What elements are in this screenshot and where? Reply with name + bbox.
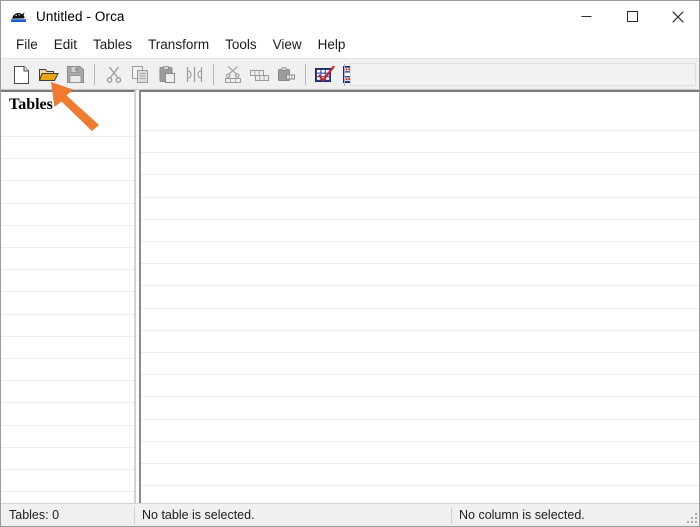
- toolbar-buttons: [8, 59, 365, 90]
- row-separator: [141, 418, 699, 420]
- title-bar-left: Untitled - Orca: [10, 1, 125, 32]
- row-separator: [141, 463, 699, 464]
- row-separator: [1, 269, 134, 271]
- status-bar: Tables: 0 No table is selected. No colum…: [1, 503, 699, 526]
- row-separator: [141, 263, 699, 265]
- validate-button[interactable]: [312, 62, 337, 87]
- new-file-button[interactable]: [9, 62, 34, 87]
- orca-application-window: Untitled - Orca File Edit Tables Transfo…: [0, 0, 700, 527]
- resize-grip-icon[interactable]: [687, 513, 698, 524]
- menu-item-file[interactable]: File: [8, 35, 46, 56]
- table-grid-rowlines: [141, 92, 699, 503]
- row-separator: [1, 136, 134, 137]
- row-separator: [1, 469, 134, 470]
- row-separator: [141, 152, 699, 154]
- status-column-selection: No column is selected.: [459, 508, 585, 522]
- title-bar: Untitled - Orca: [1, 1, 699, 32]
- row-separator: [1, 358, 134, 359]
- floppy-save-icon: [67, 66, 84, 83]
- open-file-button[interactable]: [36, 62, 61, 87]
- row-separator: [141, 374, 699, 376]
- row-separator: [141, 196, 699, 198]
- row-separator: [1, 202, 134, 204]
- menu-item-transform[interactable]: Transform: [140, 35, 217, 56]
- new-document-icon: [13, 65, 30, 84]
- row-separator: [141, 285, 699, 287]
- status-tables-count: Tables: 0: [9, 508, 60, 522]
- minimize-button[interactable]: [563, 1, 609, 32]
- row-separator: [1, 180, 134, 182]
- orca-whale-icon: [10, 8, 27, 25]
- row-separator: [1, 313, 134, 315]
- toolbar-separator-3: [305, 64, 306, 85]
- row-separator: [141, 485, 699, 487]
- row-separator: [1, 158, 134, 160]
- paste-button: [155, 62, 180, 87]
- row-separator: [1, 291, 134, 293]
- toolbar-separator-1: [94, 64, 95, 85]
- scissors-icon: [106, 66, 122, 83]
- row-separator: [141, 130, 699, 131]
- menu-item-view[interactable]: View: [265, 35, 310, 56]
- window-controls: [563, 1, 699, 32]
- row-separator: [141, 241, 699, 242]
- row-separator: [1, 247, 134, 248]
- row-separator: [141, 352, 699, 353]
- row-separator: [1, 424, 134, 426]
- status-table-selection: No table is selected.: [142, 508, 255, 522]
- row-separator: [141, 440, 699, 442]
- toolbar-empty-region: [350, 63, 696, 86]
- toolbar: [1, 58, 699, 90]
- validate-grid-check-icon: [314, 65, 335, 84]
- paste-special-button: [182, 62, 207, 87]
- clipboard-paste-icon: [159, 66, 176, 83]
- row-separator: [141, 307, 699, 309]
- tables-list-pane[interactable]: Tables: [1, 90, 135, 503]
- copy-row-button: [247, 62, 272, 87]
- menu-item-tools[interactable]: Tools: [217, 35, 265, 56]
- paste-row-icon: [278, 66, 295, 83]
- table-grid-pane[interactable]: [141, 90, 699, 503]
- close-button[interactable]: [655, 1, 699, 32]
- tables-list-rowlines: [1, 92, 134, 503]
- tables-column-header[interactable]: Tables: [1, 92, 134, 118]
- row-separator: [141, 329, 699, 331]
- row-separator: [1, 224, 134, 226]
- copy-row-icon: [250, 67, 269, 82]
- toolbar-separator-2: [213, 64, 214, 85]
- window-title: Untitled - Orca: [36, 9, 125, 24]
- menu-item-help[interactable]: Help: [310, 35, 354, 56]
- menu-item-tables[interactable]: Tables: [85, 35, 140, 56]
- open-folder-icon: [38, 66, 59, 83]
- row-separator: [1, 491, 134, 493]
- maximize-button[interactable]: [609, 1, 655, 32]
- row-separator: [141, 174, 699, 176]
- save-file-button: [63, 62, 88, 87]
- status-divider-2: [451, 507, 452, 524]
- content-area: Tables: [1, 90, 699, 503]
- row-separator: [1, 380, 134, 382]
- copy-pages-icon: [132, 66, 149, 83]
- row-separator: [141, 218, 699, 220]
- copy-button: [128, 62, 153, 87]
- status-divider-1: [134, 507, 135, 524]
- cut-row-button: [220, 62, 245, 87]
- cut-row-icon: [224, 66, 242, 83]
- cut-button: [101, 62, 126, 87]
- paste-special-icon: [186, 66, 204, 83]
- row-separator: [1, 402, 134, 404]
- row-separator: [1, 446, 134, 448]
- menu-item-edit[interactable]: Edit: [46, 35, 85, 56]
- row-separator: [1, 335, 134, 337]
- row-separator: [141, 396, 699, 398]
- menu-bar: File Edit Tables Transform Tools View He…: [1, 32, 699, 58]
- toolbar-separator-4: [344, 64, 345, 86]
- paste-row-button: [274, 62, 299, 87]
